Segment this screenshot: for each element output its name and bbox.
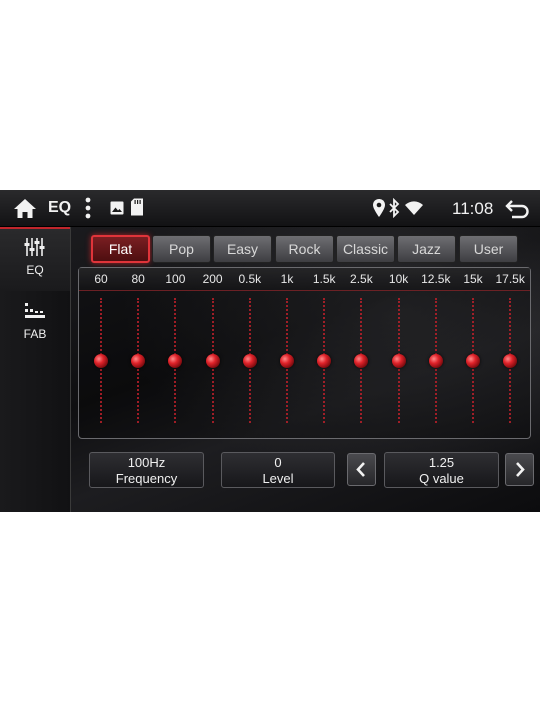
frequency-display[interactable]: 100Hz Frequency bbox=[89, 452, 204, 488]
q-increase-button[interactable] bbox=[505, 453, 534, 486]
eq-content: Flat Pop Easy Rock Classic Jazz User 60 8… bbox=[71, 227, 540, 512]
band-frequency-label: 10k bbox=[388, 272, 409, 286]
frequency-labels-row: 60 80 100 200 0.5k 1k 1.5k 2.5k 10k 12.5k 15k 17.5k bbox=[79, 268, 530, 291]
band-frequency-label: 100 bbox=[165, 272, 186, 286]
back-icon[interactable] bbox=[504, 197, 530, 219]
wifi-icon bbox=[405, 201, 423, 215]
status-bar: EQ 11:08 bbox=[0, 190, 540, 227]
location-icon bbox=[373, 199, 385, 217]
equalizer-panel: 60 80 100 200 0.5k 1k 1.5k 2.5k 10k 12.5k 15k 17.5k bbox=[78, 267, 531, 439]
band-slider-knob[interactable] bbox=[168, 353, 183, 368]
band-frequency-label: 17.5k bbox=[495, 272, 525, 286]
band-frequency-label: 2.5k bbox=[350, 272, 373, 286]
clock: 11:08 bbox=[452, 199, 494, 218]
band-slider-knob[interactable] bbox=[205, 353, 220, 368]
sidebar: EQ FAB bbox=[0, 227, 71, 512]
menu-icon[interactable] bbox=[84, 196, 92, 220]
band-slider-knob[interactable] bbox=[317, 353, 332, 368]
sidebar-item-label: FAB bbox=[23, 327, 47, 341]
sidebar-item-fab[interactable]: FAB bbox=[0, 293, 70, 357]
q-value: 1.25 bbox=[428, 455, 455, 470]
equalizer-sliders-icon bbox=[24, 238, 45, 256]
band-slider-knob[interactable] bbox=[131, 353, 146, 368]
band-slider-knob[interactable] bbox=[391, 353, 406, 368]
band-frequency-label: 12.5k bbox=[421, 272, 451, 286]
level-value: 0 bbox=[274, 455, 282, 470]
preset-user[interactable]: User bbox=[459, 235, 518, 263]
band-slider-knob[interactable] bbox=[354, 353, 369, 368]
sidebar-item-eq[interactable]: EQ bbox=[0, 227, 70, 291]
sidebar-item-label: EQ bbox=[26, 263, 44, 277]
level-display[interactable]: 0 Level bbox=[221, 452, 335, 488]
band-slider-knob[interactable] bbox=[94, 353, 108, 368]
preset-pop[interactable]: Pop bbox=[152, 235, 211, 263]
app-title: EQ bbox=[48, 199, 72, 216]
preset-rock[interactable]: Rock bbox=[275, 235, 334, 263]
sd-card-icon bbox=[131, 198, 143, 216]
band-frequency-label: 1k bbox=[280, 272, 294, 286]
frequency-label: Frequency bbox=[115, 471, 178, 486]
band-frequency-label: 15k bbox=[463, 272, 483, 286]
bluetooth-icon bbox=[389, 198, 400, 218]
q-decrease-button[interactable] bbox=[347, 453, 376, 486]
band-slider-knob[interactable] bbox=[466, 353, 480, 368]
band-slider-knob[interactable] bbox=[280, 353, 294, 368]
preset-easy[interactable]: Easy bbox=[213, 235, 272, 263]
q-value-display[interactable]: 1.25 Q value bbox=[384, 452, 499, 488]
band-frequency-label: 60 bbox=[94, 272, 108, 286]
preset-classic[interactable]: Classic bbox=[336, 235, 395, 263]
preset-tabs: Flat Pop Easy Rock Classic Jazz User bbox=[91, 235, 521, 265]
band-frequency-label: 0.5k bbox=[238, 272, 262, 286]
q-value-label: Q value bbox=[419, 471, 464, 486]
gallery-icon bbox=[110, 201, 124, 215]
level-label: Level bbox=[262, 471, 294, 486]
band-slider-knob[interactable] bbox=[428, 353, 443, 368]
band-frequency-label: 1.5k bbox=[312, 272, 336, 286]
band-frequency-label: 80 bbox=[131, 272, 145, 286]
band-frequency-label: 200 bbox=[202, 272, 223, 286]
head-unit-screen: EQ 11:08 EQ FAB Flat Pop Easy Rock Class… bbox=[0, 190, 540, 512]
fader-balance-icon bbox=[25, 303, 45, 318]
chevron-right-icon bbox=[516, 462, 525, 477]
preset-flat[interactable]: Flat bbox=[91, 235, 150, 263]
chevron-left-icon bbox=[356, 462, 365, 477]
frequency-value: 100Hz bbox=[127, 455, 166, 470]
home-icon[interactable] bbox=[12, 197, 38, 219]
band-slider-knob[interactable] bbox=[242, 353, 257, 368]
band-slider-knob[interactable] bbox=[503, 353, 518, 368]
preset-jazz[interactable]: Jazz bbox=[397, 235, 456, 263]
